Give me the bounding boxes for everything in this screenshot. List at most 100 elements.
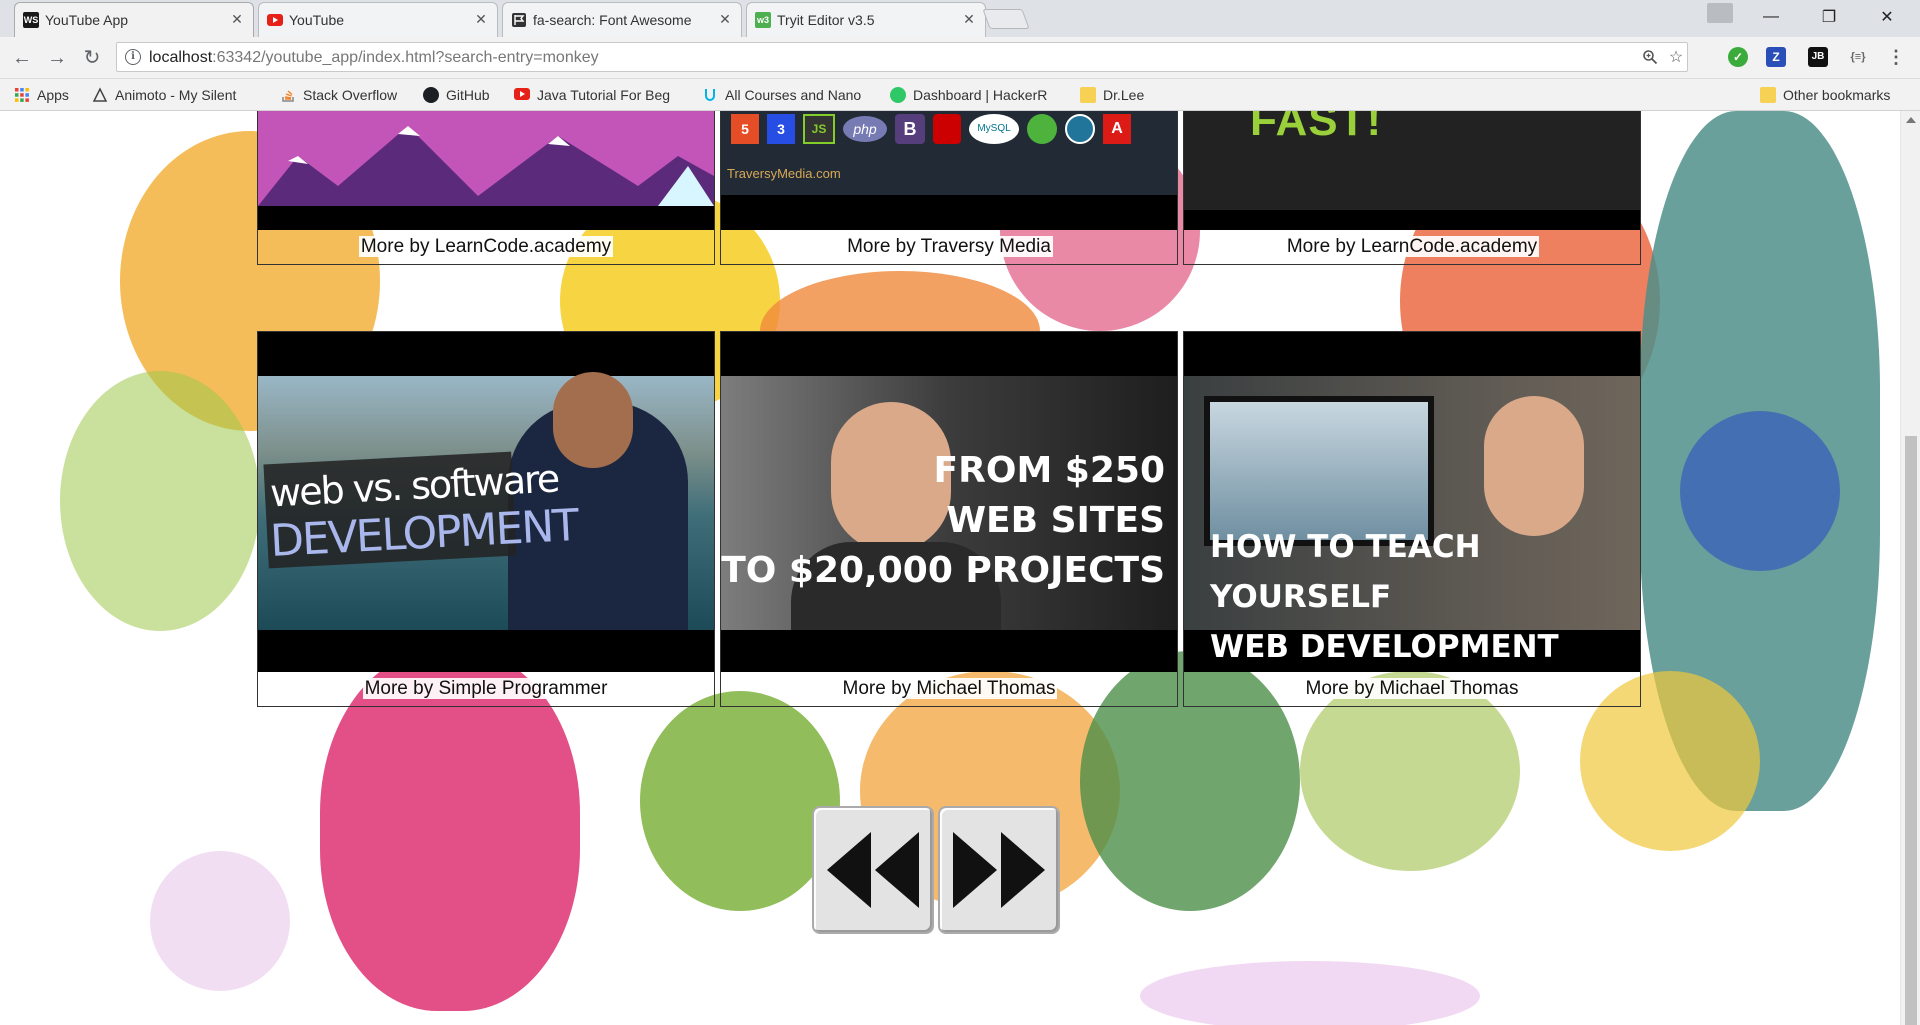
tab-strip: WS YouTube App ✕ YouTube ✕ fa-search: Fo… [0, 0, 1920, 37]
zoom-icon[interactable] [1641, 49, 1659, 67]
page-scrollbar[interactable] [1900, 111, 1920, 1025]
video-thumbnail[interactable]: 5 3 JS php B MySQL A TraversyMedia.com [721, 111, 1177, 230]
video-thumbnail[interactable]: FAST! [1184, 111, 1640, 230]
stackoverflow-icon [280, 87, 296, 103]
bootstrap-logo-icon: B [895, 114, 925, 144]
video-caption[interactable]: More by Michael Thomas [1184, 672, 1640, 706]
tab-tryit-editor[interactable]: w3 Tryit Editor v3.5 ✕ [746, 2, 986, 37]
tab-title: Tryit Editor v3.5 [777, 12, 875, 28]
thumbnail-text: TO $20,000 PROJECTS [721, 550, 1165, 591]
scroll-up-arrow-icon[interactable] [1906, 117, 1916, 123]
video-caption[interactable]: More by Michael Thomas [721, 672, 1177, 706]
reload-icon[interactable]: ↻ [80, 46, 104, 70]
address-bar[interactable]: i localhost:63342/youtube_app/index.html… [116, 42, 1688, 72]
video-card[interactable]: More by LearnCode.academy [257, 111, 715, 265]
bookmark-label: Dr.Lee [1103, 87, 1145, 103]
bookmark-udacity[interactable]: All Courses and Nano [702, 86, 865, 104]
check-extension-icon[interactable]: ✓ [1728, 47, 1748, 67]
mongodb-logo-icon [1027, 114, 1057, 144]
tab-font-awesome[interactable]: fa-search: Font Awesome ✕ [502, 2, 742, 37]
animoto-icon [92, 87, 108, 103]
tab-youtube-app[interactable]: WS YouTube App ✕ [14, 2, 254, 37]
close-tab-icon[interactable]: ✕ [229, 11, 245, 27]
youtube-icon [267, 12, 283, 28]
w3schools-icon: w3 [755, 12, 771, 28]
z-extension-icon[interactable]: Z [1766, 47, 1786, 67]
video-card[interactable]: HOW TO TEACH YOURSELF WEB DEVELOPMENT Mo… [1183, 331, 1641, 707]
rewind-icon [827, 832, 919, 908]
bookmark-hackerrank[interactable]: Dashboard | HackerR [890, 86, 1051, 104]
profile-icon[interactable] [1707, 3, 1733, 23]
thumbnail-text: FAST! [1250, 111, 1383, 145]
thumbnail-text-block: FROM $250 WEB SITES TO $20,000 PROJECTS [721, 446, 1165, 596]
flag-icon [511, 12, 527, 28]
nodejs-logo-icon: JS [803, 114, 835, 144]
presenter-head [1484, 396, 1584, 536]
video-card[interactable]: FAST! More by LearnCode.academy [1183, 111, 1641, 265]
video-thumbnail[interactable]: HOW TO TEACH YOURSELF WEB DEVELOPMENT [1184, 332, 1640, 672]
bookmark-label: GitHub [446, 87, 490, 103]
next-page-button[interactable] [938, 806, 1060, 934]
back-arrow-icon[interactable]: ← [10, 46, 34, 70]
info-icon[interactable]: i [125, 49, 141, 65]
bookmark-label: Stack Overflow [303, 87, 398, 103]
video-thumbnail[interactable]: FROM $250 WEB SITES TO $20,000 PROJECTS [721, 332, 1177, 672]
url-host: localhost [149, 49, 213, 66]
tab-title: YouTube [289, 12, 345, 28]
previous-page-button[interactable] [812, 806, 934, 934]
scrollbar-thumb[interactable] [1905, 436, 1917, 1025]
tab-title: fa-search: Font Awesome [533, 12, 692, 28]
bookmark-label: Apps [37, 87, 69, 103]
webstorm-icon: WS [23, 12, 39, 28]
url-path: :63342/youtube_app/index.html?search-ent… [212, 49, 599, 66]
video-thumbnail[interactable] [258, 111, 714, 230]
bookmark-stackoverflow[interactable]: Stack Overflow [280, 86, 397, 104]
video-card[interactable]: web vs. software DEVELOPMENT More by Sim… [257, 331, 715, 707]
css3-logo-icon: 3 [767, 114, 795, 144]
fast-forward-icon [953, 832, 1045, 908]
tab-youtube[interactable]: YouTube ✕ [258, 2, 498, 37]
thumbnail-text-block: HOW TO TEACH YOURSELF WEB DEVELOPMENT [1210, 522, 1610, 672]
video-card[interactable]: FROM $250 WEB SITES TO $20,000 PROJECTS … [720, 331, 1178, 707]
close-tab-icon[interactable]: ✕ [473, 11, 489, 27]
udacity-icon [702, 87, 718, 103]
youtube-icon [514, 87, 530, 103]
url-text: localhost:63342/youtube_app/index.html?s… [149, 49, 599, 67]
video-caption[interactable]: More by Traversy Media [721, 230, 1177, 264]
bookmarks-bar: Apps Animoto - My Silent Stack Overflow … [0, 79, 1920, 111]
thumbnail-watermark: TraversyMedia.com [727, 166, 841, 181]
video-card[interactable]: 5 3 JS php B MySQL A TraversyMedia.com M… [720, 111, 1178, 265]
bookmark-folder-drlee[interactable]: Dr.Lee [1080, 86, 1144, 104]
json-extension-icon[interactable]: {≡} [1848, 47, 1868, 67]
presenter-head [553, 372, 633, 468]
close-tab-icon[interactable]: ✕ [717, 11, 733, 27]
video-thumbnail[interactable]: web vs. software DEVELOPMENT [258, 332, 714, 672]
bookmark-animoto[interactable]: Animoto - My Silent [92, 86, 249, 104]
close-window-icon[interactable]: ✕ [1864, 0, 1910, 34]
new-tab-button[interactable] [982, 9, 1030, 29]
bookmark-label: All Courses and Nano [725, 87, 862, 103]
video-caption[interactable]: More by Simple Programmer [258, 672, 714, 706]
github-icon [423, 87, 439, 103]
bookmark-java-tutorial[interactable]: Java Tutorial For Beg [514, 86, 677, 104]
restore-icon[interactable]: ❐ [1806, 0, 1852, 34]
wordpress-logo-icon [1065, 114, 1095, 144]
video-caption[interactable]: More by LearnCode.academy [258, 230, 714, 264]
mountains-thumbnail-art [258, 111, 714, 206]
mysql-logo-icon: MySQL [969, 114, 1019, 144]
bookmark-other[interactable]: Other bookmarks [1760, 86, 1890, 104]
menu-dots-icon[interactable]: ⋮ [1886, 47, 1906, 67]
html5-logo-icon: 5 [731, 114, 759, 144]
video-caption[interactable]: More by LearnCode.academy [1184, 230, 1640, 264]
close-tab-icon[interactable]: ✕ [961, 11, 977, 27]
thumbnail-text: HOW TO TEACH YOURSELF [1210, 529, 1481, 615]
angular-logo-icon: A [1103, 114, 1131, 144]
forward-arrow-icon[interactable]: → [45, 46, 69, 70]
php-logo-icon: php [843, 116, 887, 142]
apps-grid-icon [14, 87, 30, 103]
bookmark-github[interactable]: GitHub [423, 86, 490, 104]
minimize-icon[interactable]: — [1748, 0, 1794, 34]
bookmark-star-icon[interactable]: ☆ [1667, 49, 1685, 67]
bookmark-apps[interactable]: Apps [14, 86, 69, 104]
jetbrains-extension-icon[interactable]: JB [1808, 47, 1828, 67]
